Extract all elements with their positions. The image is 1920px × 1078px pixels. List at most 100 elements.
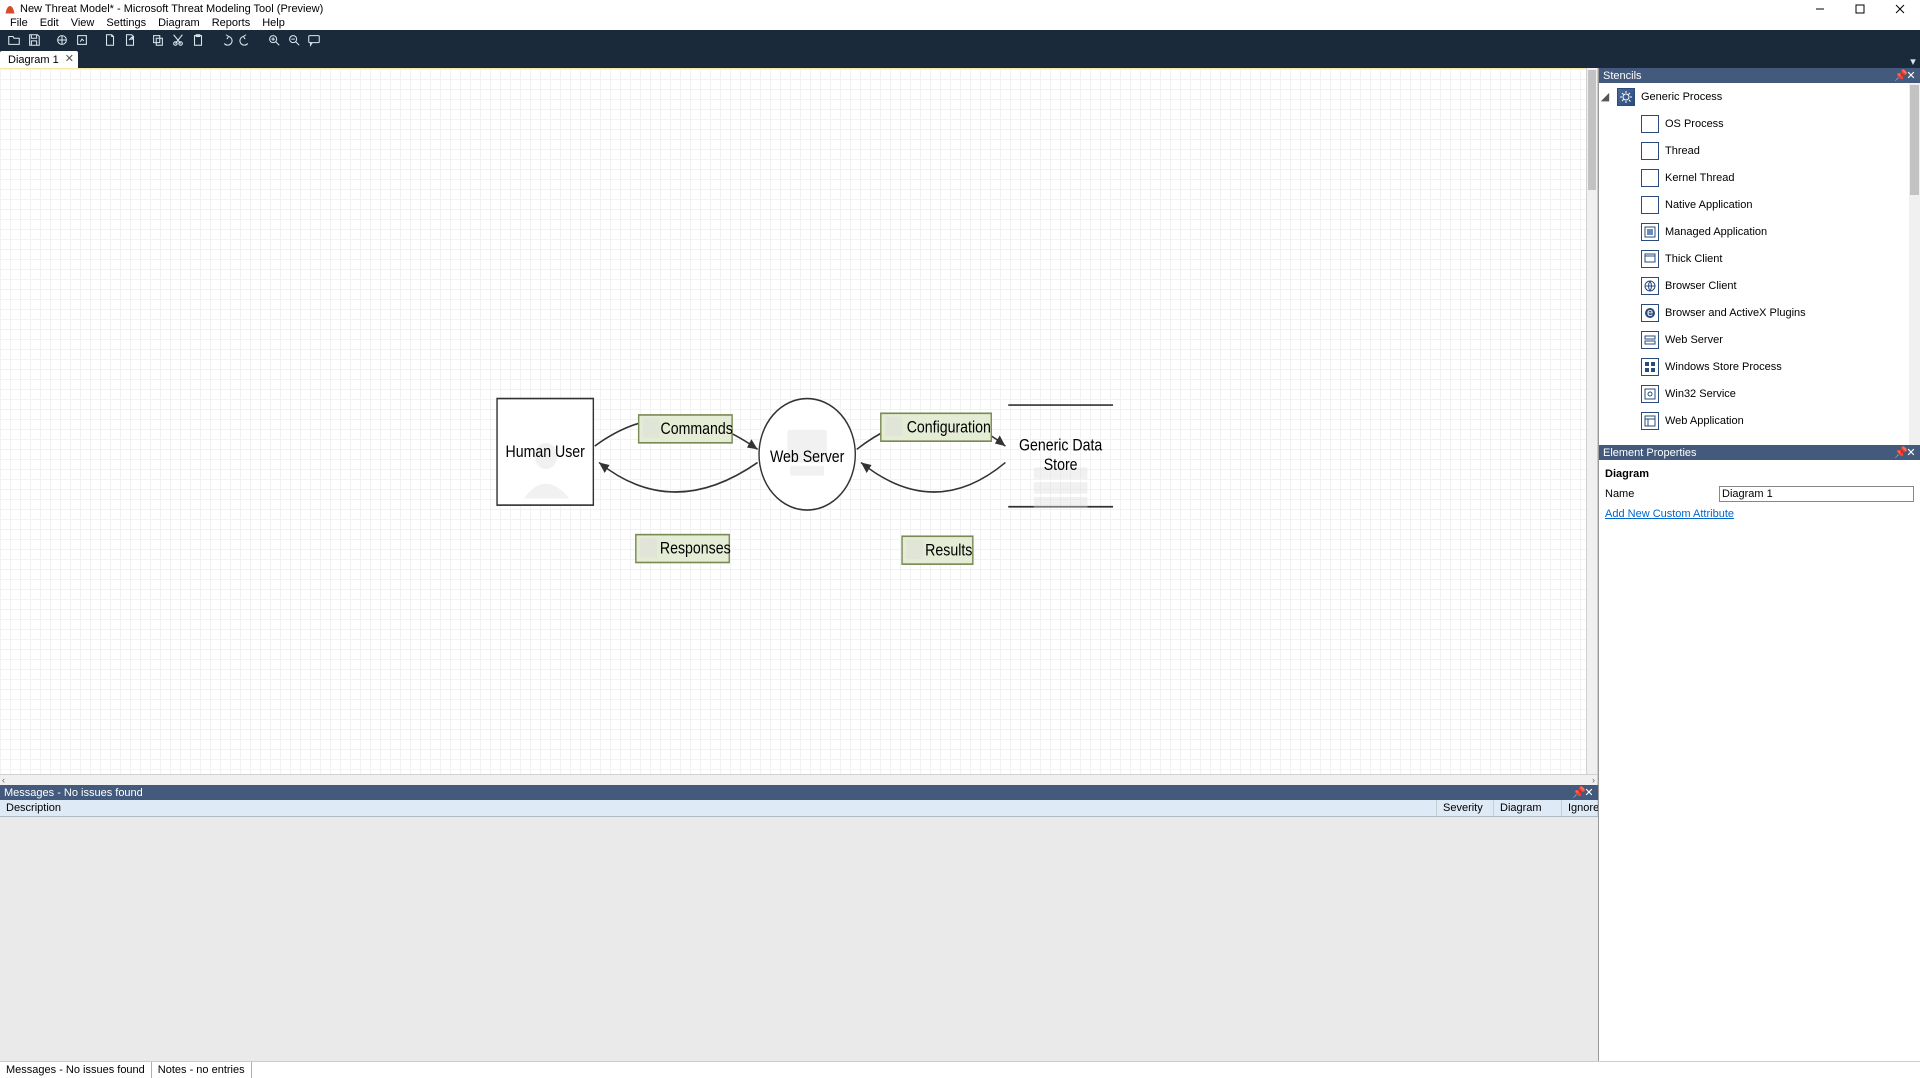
canvas-container: Human User Web Server [0, 68, 1598, 785]
copy-icon[interactable] [148, 31, 168, 49]
flow-label-configuration[interactable]: Configuration [881, 413, 991, 441]
svg-text:e: e [1647, 307, 1653, 319]
new-page-icon[interactable] [100, 31, 120, 49]
stencil-browser-client[interactable]: Browser Client [1599, 272, 1920, 299]
menu-edit[interactable]: Edit [34, 17, 65, 30]
stencils-list: ◢ Generic Process OS Process Thread Kern… [1599, 83, 1920, 445]
open-icon[interactable] [4, 31, 24, 49]
status-messages[interactable]: Messages - No issues found [0, 1062, 152, 1078]
statusbar: Messages - No issues found Notes - no en… [0, 1061, 1920, 1078]
toolbar [0, 30, 1920, 49]
close-panel-icon[interactable]: ✕ [1906, 69, 1916, 82]
feedback-icon[interactable] [304, 31, 324, 49]
menu-file[interactable]: File [4, 17, 34, 30]
managed-app-icon [1641, 223, 1659, 241]
node-human-user[interactable]: Human User [497, 399, 593, 506]
svg-text:Generic Data: Generic Data [1019, 437, 1103, 455]
flow-label-results[interactable]: Results [902, 536, 973, 564]
window-close-button[interactable] [1880, 0, 1920, 17]
stencils-scrollbar[interactable] [1909, 83, 1920, 445]
col-diagram[interactable]: Diagram [1494, 800, 1562, 816]
node-generic-data-store[interactable]: Generic Data Store [1008, 405, 1113, 508]
cut-icon[interactable] [168, 31, 188, 49]
stencil-thread[interactable]: Thread [1599, 137, 1920, 164]
svg-text:Web Server: Web Server [770, 448, 844, 466]
canvas-vertical-scrollbar[interactable] [1586, 68, 1597, 774]
col-description[interactable]: Description [0, 800, 1437, 816]
close-panel-icon[interactable]: ✕ [1906, 446, 1916, 459]
canvas-horizontal-scrollbar[interactable]: ‹ › [0, 774, 1597, 785]
native-app-icon [1641, 196, 1659, 214]
diagram-canvas[interactable]: Human User Web Server [0, 68, 1586, 774]
pin-icon[interactable]: 📌 [1894, 446, 1904, 459]
stencil-label: Generic Process [1641, 91, 1722, 103]
tabs-dropdown-icon[interactable]: ▾ [1906, 55, 1920, 68]
redo-icon[interactable] [236, 31, 256, 49]
stencils-panel-header: Stencils 📌 ✕ [1599, 68, 1920, 83]
stencil-browser-activex[interactable]: eBrowser and ActiveX Plugins [1599, 299, 1920, 326]
kernel-thread-icon [1641, 169, 1659, 187]
scroll-right-icon[interactable]: › [1592, 775, 1595, 785]
stencil-win32-service[interactable]: Win32 Service [1599, 380, 1920, 407]
messages-body [0, 817, 1598, 1061]
add-custom-attribute-link[interactable]: Add New Custom Attribute [1605, 508, 1734, 520]
stencil-web-server[interactable]: Web Server [1599, 326, 1920, 353]
analysis-icon[interactable] [72, 31, 92, 49]
properties-panel-header: Element Properties 📌 ✕ [1599, 445, 1920, 460]
name-field-label: Name [1605, 488, 1713, 500]
stencil-web-application[interactable]: Web Application [1599, 407, 1920, 434]
menu-settings[interactable]: Settings [100, 17, 152, 30]
stencil-native-application[interactable]: Native Application [1599, 191, 1920, 218]
zoom-in-icon[interactable] [264, 31, 284, 49]
stencil-generic-process[interactable]: ◢ Generic Process [1599, 83, 1920, 110]
menu-diagram[interactable]: Diagram [152, 17, 206, 30]
svg-text:Responses: Responses [660, 540, 731, 558]
undo-icon[interactable] [216, 31, 236, 49]
svg-text:Configuration: Configuration [907, 418, 991, 436]
properties-title: Element Properties [1603, 447, 1697, 459]
flow-label-commands[interactable]: Commands [639, 415, 734, 443]
duplicate-page-icon[interactable] [120, 31, 140, 49]
pin-icon[interactable]: 📌 [1894, 69, 1904, 82]
status-notes[interactable]: Notes - no entries [152, 1062, 252, 1078]
stencils-title: Stencils [1603, 70, 1642, 82]
zoom-out-icon[interactable] [284, 31, 304, 49]
messages-title: Messages - No issues found [4, 787, 143, 799]
col-severity[interactable]: Severity [1437, 800, 1494, 816]
save-icon[interactable] [24, 31, 44, 49]
flow-label-responses[interactable]: Responses [636, 535, 731, 563]
home-icon[interactable] [52, 31, 72, 49]
os-process-icon [1641, 115, 1659, 133]
stencil-kernel-thread[interactable]: Kernel Thread [1599, 164, 1920, 191]
stencil-thick-client[interactable]: Thick Client [1599, 245, 1920, 272]
stencil-managed-application[interactable]: Managed Application [1599, 218, 1920, 245]
stencil-os-process[interactable]: OS Process [1599, 110, 1920, 137]
pin-icon[interactable]: 📌 [1572, 786, 1582, 799]
browser-activex-icon: e [1641, 304, 1659, 322]
close-panel-icon[interactable]: ✕ [1584, 786, 1594, 799]
menu-reports[interactable]: Reports [206, 17, 257, 30]
tree-collapse-icon[interactable]: ◢ [1599, 90, 1611, 103]
web-server-icon [1641, 331, 1659, 349]
flow-responses-line[interactable] [599, 462, 758, 492]
menubar: File Edit View Settings Diagram Reports … [0, 17, 1920, 30]
col-ignore[interactable]: Ignore [1562, 800, 1598, 816]
generic-process-icon [1617, 88, 1635, 106]
browser-client-icon [1641, 277, 1659, 295]
windows-store-icon [1641, 358, 1659, 376]
flow-results-line[interactable] [861, 462, 1005, 492]
window-maximize-button[interactable] [1840, 0, 1880, 17]
window-minimize-button[interactable] [1800, 0, 1840, 17]
menu-view[interactable]: View [65, 17, 101, 30]
stencil-windows-store-process[interactable]: Windows Store Process [1599, 353, 1920, 380]
node-web-server[interactable]: Web Server [759, 399, 855, 510]
svg-text:Commands: Commands [661, 420, 734, 438]
close-tab-icon[interactable]: ✕ [65, 54, 74, 65]
tab-diagram-1[interactable]: Diagram 1 ✕ [0, 51, 78, 68]
name-field-input[interactable] [1719, 486, 1914, 502]
messages-column-headers: Description Severity Diagram Ignore [0, 800, 1598, 817]
scroll-left-icon[interactable]: ‹ [2, 775, 5, 785]
menu-help[interactable]: Help [256, 17, 291, 30]
paste-icon[interactable] [188, 31, 208, 49]
svg-text:Store: Store [1044, 456, 1078, 474]
